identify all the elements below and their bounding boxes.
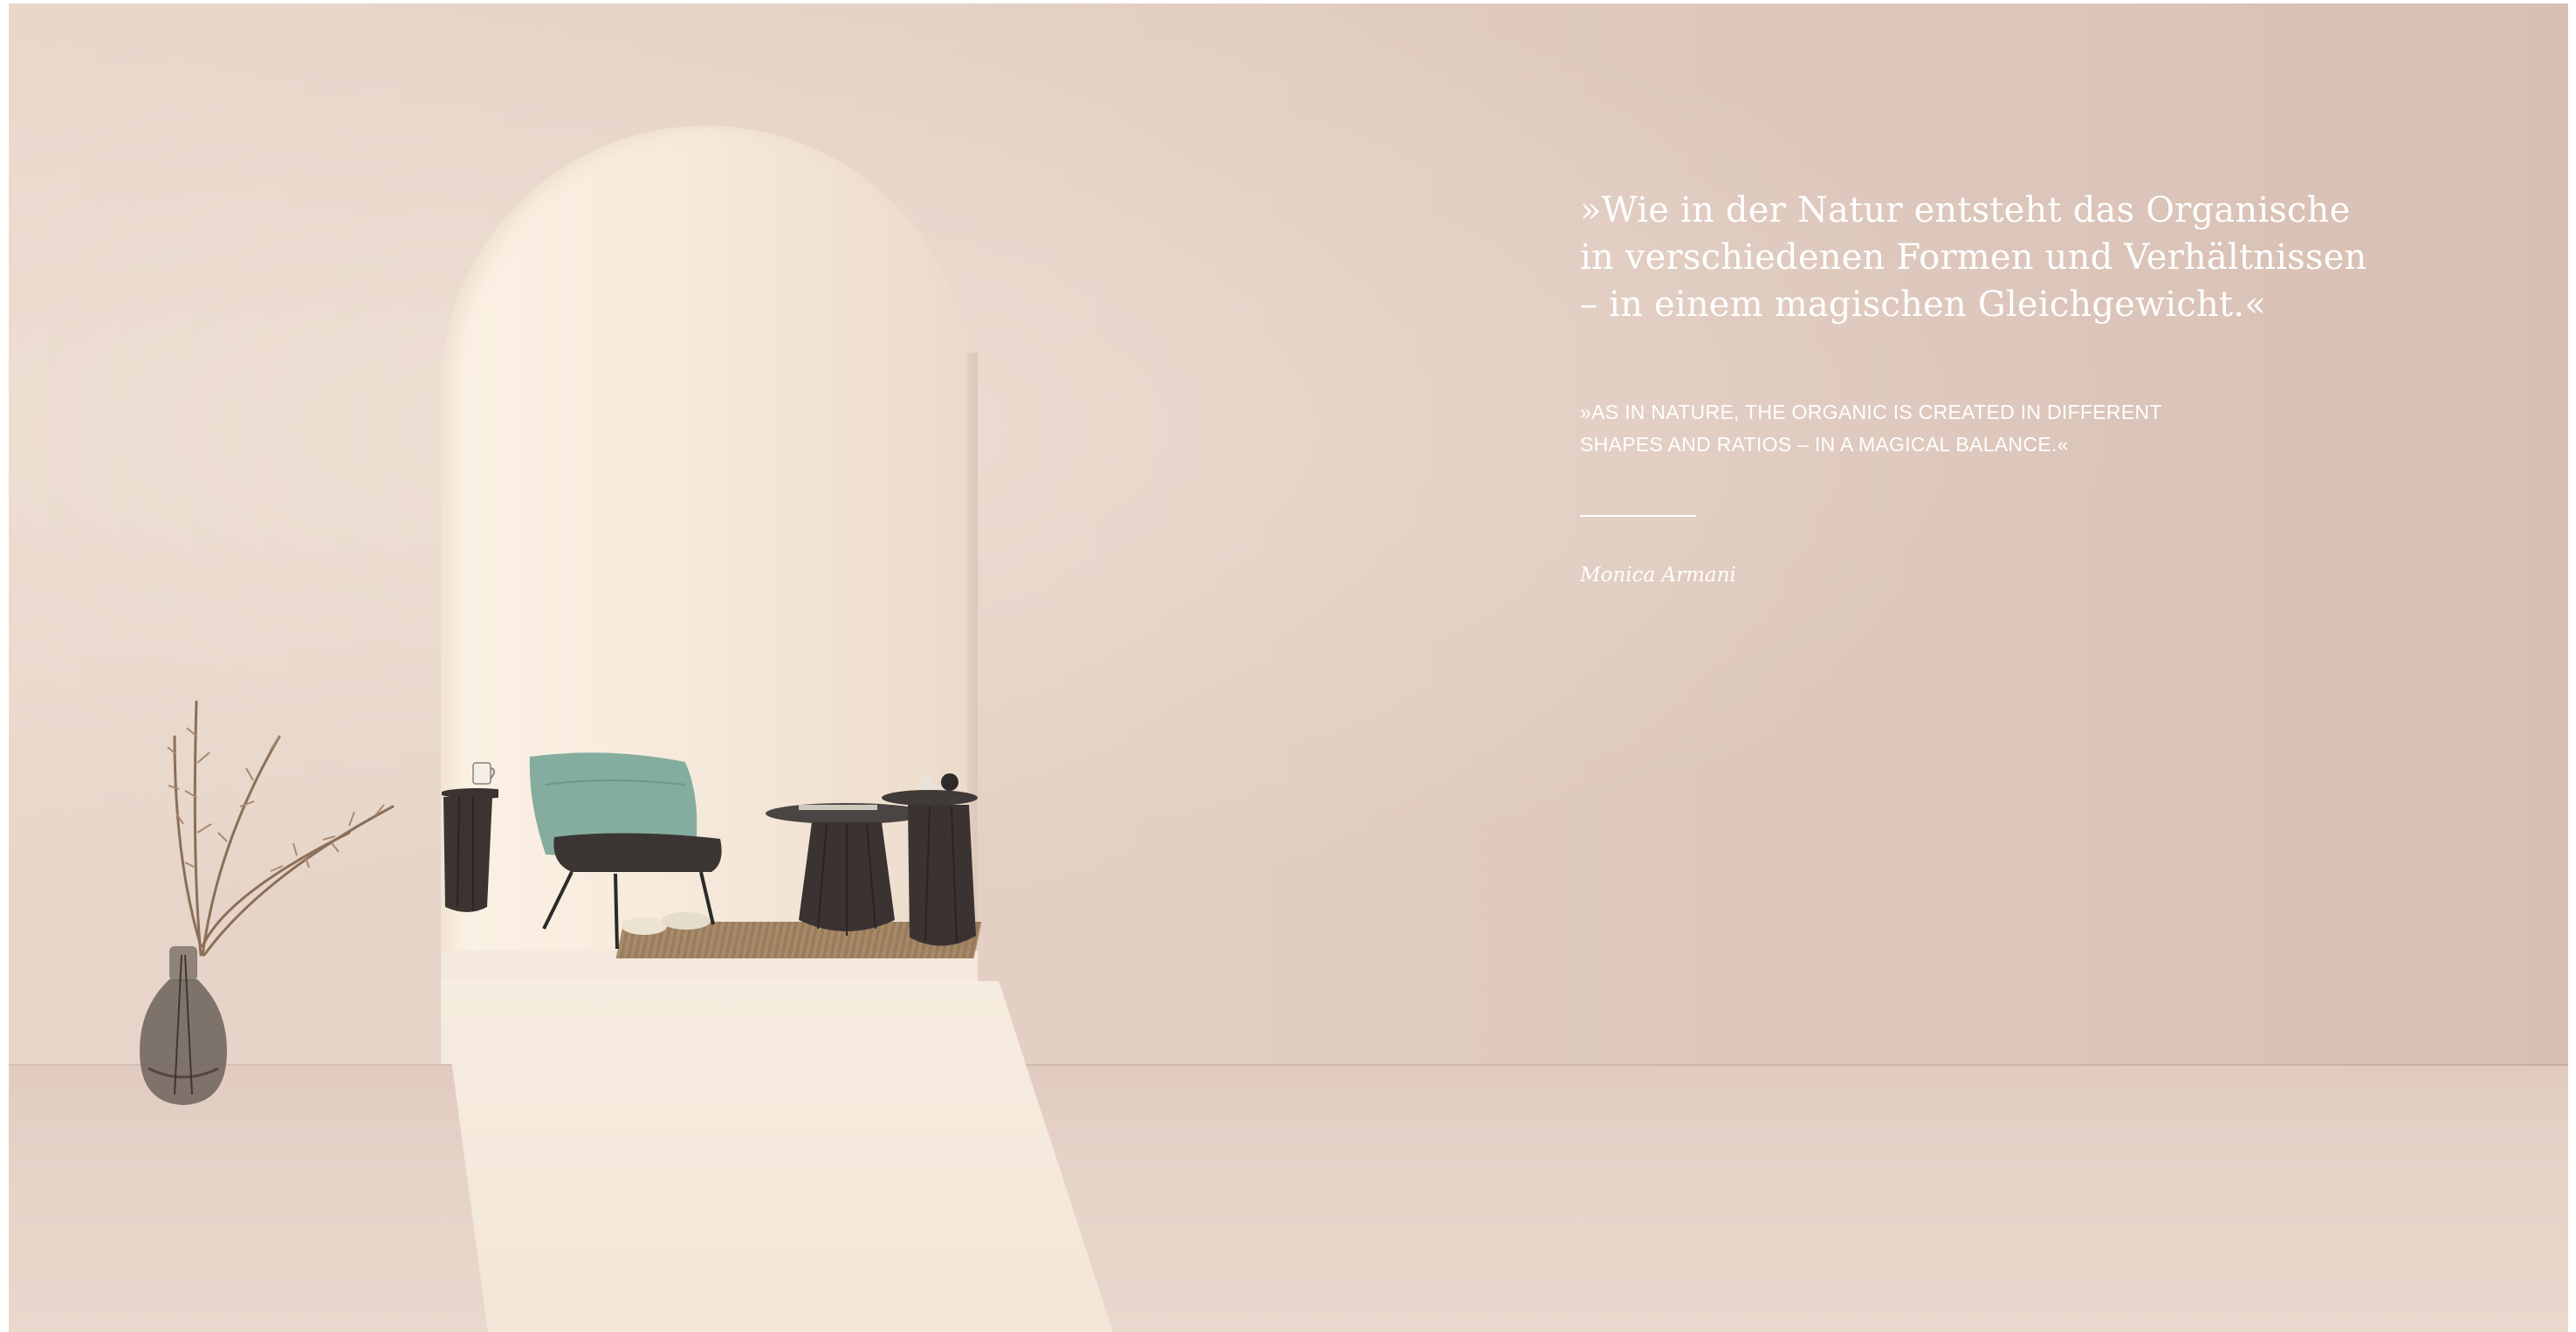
cup — [472, 762, 495, 785]
side-table-right — [882, 772, 978, 946]
glass-vase — [140, 946, 227, 1105]
quote-author: Monica Armani — [1580, 564, 1736, 587]
quote-german-line: in verschiedenen Formen und Verhältnisse… — [1580, 237, 2367, 278]
slippers — [622, 912, 711, 935]
divider — [1580, 515, 1696, 517]
quote-english: »AS IN NATURE, THE ORGANIC IS CREATED IN… — [1580, 396, 2453, 461]
quote-german: »Wie in der Natur entsteht das Organisch… — [1580, 187, 2453, 328]
light-beam — [441, 981, 1113, 1332]
quote-german-line: – in einem magischen Gleichgewicht.« — [1580, 285, 2266, 325]
quote-english-line: SHAPES AND RATIOS – IN A MAGICAL BALANCE… — [1580, 433, 2069, 456]
quote-english-line: »AS IN NATURE, THE ORGANIC IS CREATED IN… — [1580, 401, 2162, 423]
side-table-left — [442, 788, 498, 912]
page-background: »Wie in der Natur entsteht das Organisch… — [9, 3, 2568, 1332]
floor — [9, 1066, 2568, 1332]
quote-german-line: »Wie in der Natur entsteht das Organisch… — [1580, 190, 2351, 230]
dried-branches — [167, 700, 395, 957]
quote-block: »Wie in der Natur entsteht das Organisch… — [1580, 187, 2453, 588]
floor-edge — [9, 1064, 2568, 1066]
